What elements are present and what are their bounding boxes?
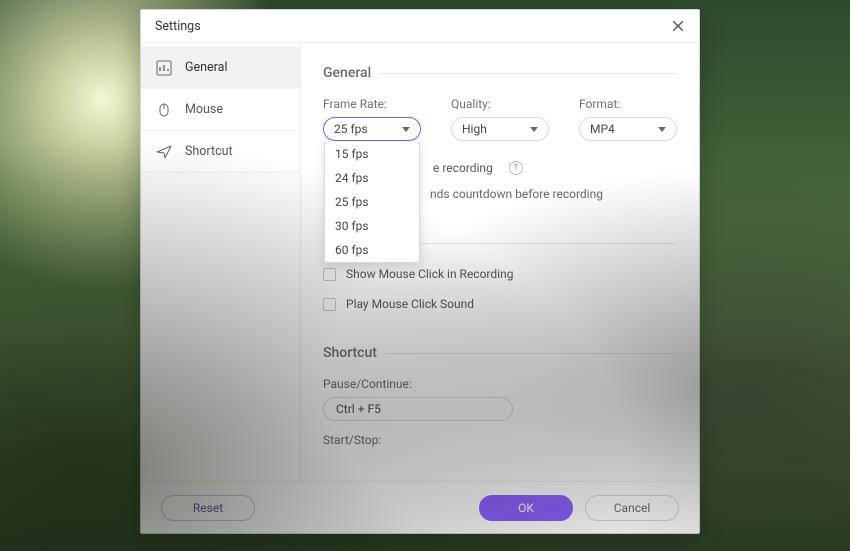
chevron-down-icon — [530, 127, 538, 132]
section-title-shortcut: Shortcut — [323, 345, 699, 361]
bar-chart-icon — [155, 59, 173, 77]
sidebar-item-label: Mouse — [185, 102, 223, 117]
chevron-down-icon — [402, 127, 410, 132]
settings-dialog: Settings General Mouse — [140, 9, 700, 534]
close-button[interactable] — [667, 15, 689, 37]
window-title: Settings — [155, 19, 201, 34]
sidebar: General Mouse Shortcut — [141, 43, 301, 481]
reset-button[interactable]: Reset — [161, 495, 255, 521]
format-field: Format: MP4 — [579, 97, 677, 141]
show-mouse-click-label: Show Mouse Click in Recording — [346, 267, 513, 281]
sidebar-item-mouse[interactable]: Mouse — [141, 89, 300, 131]
sidebar-item-label: Shortcut — [185, 144, 233, 159]
quality-select[interactable]: High — [451, 117, 549, 141]
frame-rate-select[interactable]: 25 fps 15 fps 24 fps 25 fps 30 fps 60 fp… — [323, 117, 421, 141]
hide-while-recording-text: e recording — [433, 161, 493, 175]
section-title-general: General — [323, 65, 699, 81]
play-mouse-sound-label: Play Mouse Click Sound — [346, 297, 474, 311]
quality-value: High — [462, 122, 487, 136]
checkbox[interactable] — [323, 268, 336, 281]
frame-rate-field: Frame Rate: 25 fps 15 fps 24 fps 25 fps … — [323, 97, 421, 141]
pause-continue-label: Pause/Continue: — [323, 377, 699, 391]
section-title-text: Shortcut — [323, 345, 377, 361]
show-mouse-click-row[interactable]: Show Mouse Click in Recording — [323, 267, 699, 281]
dialog-body: General Mouse Shortcut — [141, 42, 699, 481]
dropdown-option[interactable]: 30 fps — [325, 214, 419, 238]
titlebar: Settings — [141, 10, 699, 42]
sidebar-item-label: General — [185, 60, 228, 75]
start-stop-label: Start/Stop: — [323, 433, 699, 447]
pause-continue-input[interactable]: Ctrl + F5 — [323, 397, 513, 421]
frame-rate-dropdown: 15 fps 24 fps 25 fps 30 fps 60 fps — [324, 142, 420, 263]
mouse-icon — [155, 101, 173, 119]
sidebar-item-general[interactable]: General — [141, 47, 300, 89]
dropdown-option[interactable]: 60 fps — [325, 238, 419, 262]
dropdown-option[interactable]: 24 fps — [325, 166, 419, 190]
desktop-background: Settings General Mouse — [0, 0, 850, 551]
dropdown-option[interactable]: 25 fps — [325, 190, 419, 214]
play-mouse-sound-row[interactable]: Play Mouse Click Sound — [323, 297, 699, 311]
dialog-footer: Reset OK Cancel — [141, 481, 699, 533]
format-value: MP4 — [590, 122, 615, 136]
sidebar-item-shortcut[interactable]: Shortcut — [141, 131, 300, 173]
cancel-button[interactable]: Cancel — [585, 495, 679, 521]
quality-field: Quality: High — [451, 97, 549, 141]
paper-plane-icon — [155, 143, 173, 161]
section-title-text: General — [323, 65, 371, 81]
format-select[interactable]: MP4 — [579, 117, 677, 141]
shortcut-section: Shortcut Pause/Continue: Ctrl + F5 Start… — [323, 345, 699, 447]
ok-button[interactable]: OK — [479, 495, 573, 521]
pause-continue-value: Ctrl + F5 — [336, 402, 381, 416]
general-selects-row: Frame Rate: 25 fps 15 fps 24 fps 25 fps … — [323, 97, 699, 141]
help-icon[interactable]: ? — [509, 161, 523, 175]
frame-rate-value: 25 fps — [334, 122, 368, 136]
content-pane: General Frame Rate: 25 fps 15 fps 24 fps… — [301, 43, 699, 481]
frame-rate-label: Frame Rate: — [323, 97, 421, 111]
close-icon — [672, 20, 684, 32]
format-label: Format: — [579, 97, 677, 111]
chevron-down-icon — [658, 127, 666, 132]
dropdown-option[interactable]: 15 fps — [325, 142, 419, 166]
quality-label: Quality: — [451, 97, 549, 111]
checkbox[interactable] — [323, 298, 336, 311]
